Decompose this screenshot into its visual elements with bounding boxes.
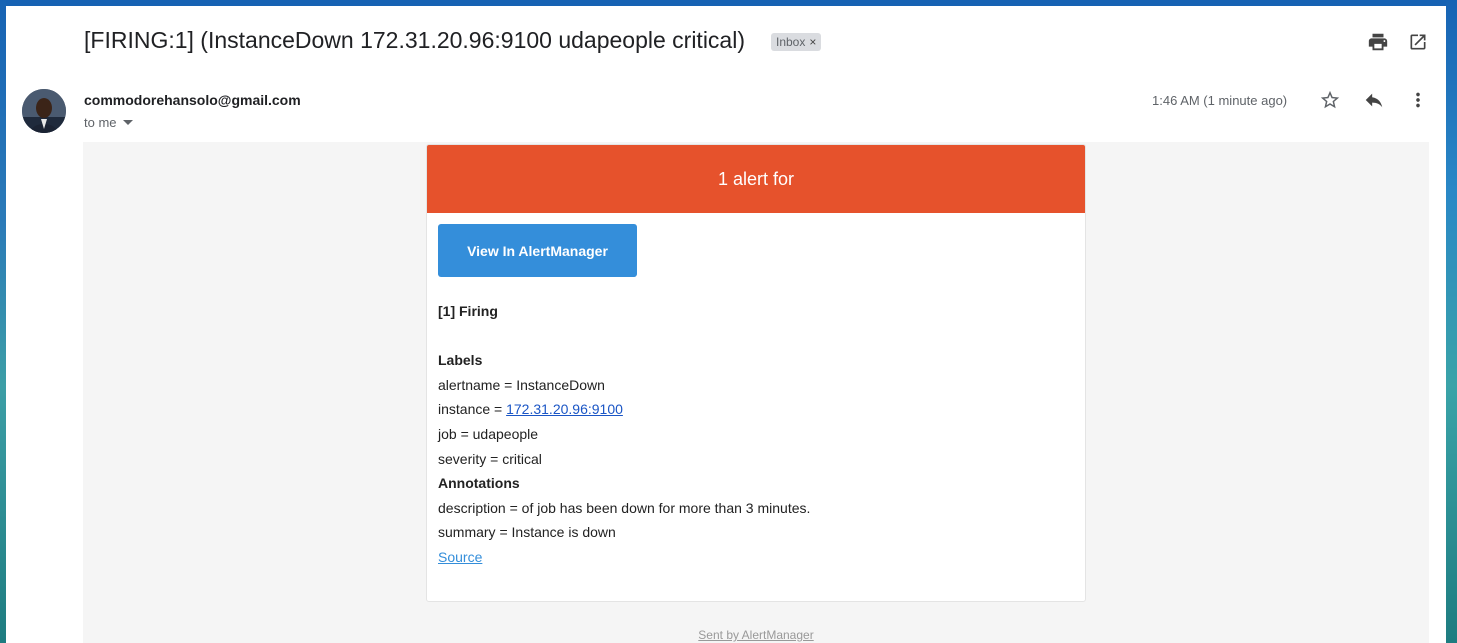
recipient-label: to me (84, 115, 117, 130)
reply-icon[interactable] (1362, 88, 1386, 112)
instance-link[interactable]: 172.31.20.96:9100 (506, 401, 623, 417)
labels-heading: Labels (438, 352, 483, 369)
more-vert-icon[interactable] (1406, 88, 1430, 112)
firing-heading: [1] Firing (438, 303, 498, 319)
annotation-summary: summary = Instance is down (438, 524, 616, 541)
label-severity: severity = critical (438, 450, 542, 467)
inbox-label-chip[interactable]: Inbox × (771, 33, 822, 51)
email-timestamp: 1:46 AM (1 minute ago) (1152, 93, 1288, 108)
email-subject: [FIRING:1] (InstanceDown 172.31.20.96:91… (84, 27, 745, 53)
label-instance: instance = 172.31.20.96:9100 (438, 397, 1068, 422)
star-icon[interactable] (1318, 88, 1342, 112)
source-link[interactable]: Source (438, 549, 482, 565)
label-job: job = udapeople (438, 425, 539, 442)
alert-header: 1 alert for (427, 145, 1085, 213)
sender-email[interactable]: commodorehansolo@gmail.com (84, 92, 301, 108)
remove-label-icon[interactable]: × (809, 35, 816, 49)
desktop-background-right (1446, 0, 1457, 643)
sent-by-footer[interactable]: Sent by AlertManager (83, 628, 1429, 642)
inbox-label-text: Inbox (776, 35, 806, 49)
annotations-heading: Annotations (438, 475, 520, 492)
print-icon[interactable] (1366, 30, 1390, 54)
view-in-alertmanager-button[interactable]: View In AlertManager (438, 224, 637, 277)
sender-avatar (22, 89, 66, 133)
recipient-details[interactable]: to me (84, 115, 133, 130)
label-alertname: alertname = InstanceDown (438, 376, 605, 393)
open-in-new-window-icon[interactable] (1406, 30, 1430, 54)
alert-card: 1 alert for View In AlertManager [1] Fir… (426, 144, 1086, 602)
label-instance-prefix: instance = (438, 401, 507, 418)
annotation-description: description = of job has been down for m… (438, 499, 811, 516)
dropdown-caret-icon (122, 119, 133, 125)
email-view: [FIRING:1] (InstanceDown 172.31.20.96:91… (6, 6, 1446, 643)
email-body: 1 alert for View In AlertManager [1] Fir… (83, 142, 1429, 643)
alert-details: [1] Firing Labels alertname = InstanceDo… (438, 299, 1068, 570)
